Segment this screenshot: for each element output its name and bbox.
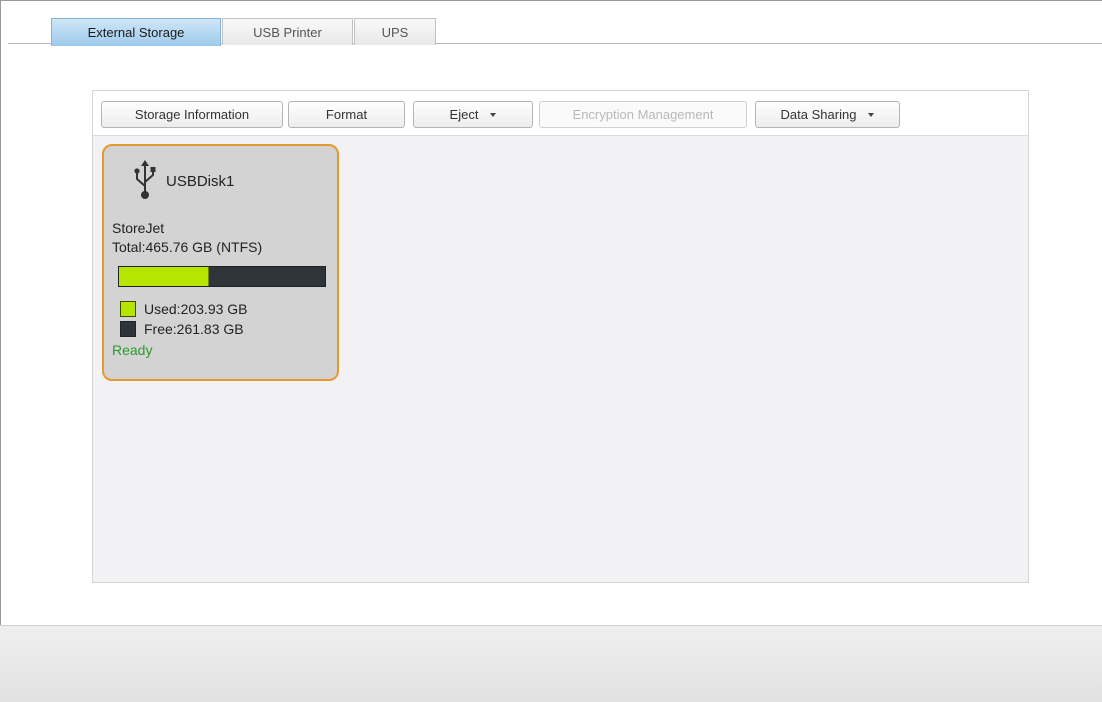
used-value: Used:203.93 GB — [144, 301, 248, 317]
tab-bar: External Storage USB Printer UPS — [8, 12, 1102, 46]
button-label: Eject — [449, 107, 479, 122]
disk-model: StoreJet — [112, 220, 165, 236]
button-label: Encryption Management — [572, 107, 714, 122]
footer-bar — [0, 625, 1102, 702]
disk-total: Total:465.76 GB (NTFS) — [112, 239, 263, 255]
disk-name: USBDisk1 — [166, 173, 235, 190]
eject-button[interactable]: Eject — [413, 101, 533, 128]
data-sharing-button[interactable]: Data Sharing — [755, 101, 900, 128]
storage-information-button[interactable]: Storage Information — [101, 101, 283, 128]
used-swatch — [120, 301, 136, 317]
usb-icon — [134, 160, 156, 199]
tab-external-storage[interactable]: External Storage — [51, 18, 221, 46]
tab-usb-printer[interactable]: USB Printer — [222, 18, 353, 45]
usage-bar-used — [119, 267, 210, 286]
chevron-down-icon — [868, 112, 875, 117]
status-text: Ready — [112, 342, 153, 358]
tab-label: UPS — [381, 24, 409, 40]
tab-label: USB Printer — [253, 24, 322, 40]
button-label: Data Sharing — [780, 107, 857, 122]
encryption-management-button[interactable]: Encryption Management — [539, 101, 747, 128]
disk-card[interactable]: USBDisk1 StoreJet Total:465.76 GB (NTFS)… — [102, 144, 339, 381]
free-value: Free:261.83 GB — [144, 321, 244, 337]
chevron-down-icon — [490, 112, 497, 117]
button-label: Storage Information — [134, 107, 250, 122]
toolbar: Storage Information Format Eject Encrypt… — [93, 91, 1028, 136]
tab-label: External Storage — [87, 25, 185, 40]
free-swatch — [120, 321, 136, 337]
usage-bar — [118, 266, 326, 287]
button-label: Format — [325, 107, 368, 122]
tab-ups[interactable]: UPS — [354, 18, 436, 45]
format-button[interactable]: Format — [288, 101, 405, 128]
